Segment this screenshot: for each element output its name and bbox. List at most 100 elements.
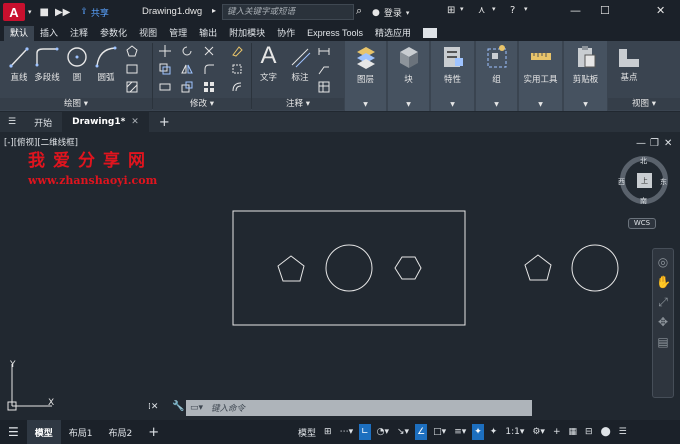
drawn-rectangle[interactable] xyxy=(232,210,466,326)
tab-featured-apps[interactable]: 精选应用 xyxy=(369,26,417,41)
view-panel-label[interactable]: 视图 ▾ xyxy=(608,98,680,110)
text-button[interactable]: A 文字 xyxy=(260,43,277,84)
close-icon[interactable]: ✕ xyxy=(656,4,665,17)
search-input[interactable]: 键入关键字或短语 xyxy=(222,4,354,20)
tab-parametric[interactable]: 参数化 xyxy=(94,26,133,41)
annotation-visibility-icon[interactable]: ✦ xyxy=(472,424,484,440)
connect-icon[interactable]: ⋏ xyxy=(478,5,485,16)
copy-icon[interactable] xyxy=(159,63,171,75)
modify-panel-label[interactable]: 修改 ▾ xyxy=(153,98,251,110)
drawn-circle[interactable] xyxy=(571,244,619,292)
model-space-button[interactable]: 模型 xyxy=(296,424,318,440)
leader-icon[interactable] xyxy=(318,63,330,75)
tab-drawing1[interactable]: Drawing1* ✕ xyxy=(62,112,149,132)
login-button[interactable]: ● 登录 ▾ xyxy=(372,6,409,20)
dropdown-caret-icon[interactable]: ▾ xyxy=(28,8,32,16)
plus-icon[interactable]: + xyxy=(551,424,563,440)
explode-icon[interactable] xyxy=(231,63,243,75)
tab-express-tools[interactable]: Express Tools xyxy=(301,26,369,41)
dropdown-caret-icon[interactable]: ▾ xyxy=(460,5,464,13)
rectangle-icon[interactable] xyxy=(126,63,138,75)
app-logo[interactable]: A xyxy=(3,3,25,21)
osnap-track-icon[interactable]: ∠ xyxy=(415,424,428,440)
menu-icon[interactable]: ☰ xyxy=(0,112,24,132)
tab-model[interactable]: 模型 xyxy=(26,420,61,444)
osnap-icon[interactable]: □▾ xyxy=(431,424,448,440)
new-tab-button[interactable]: + xyxy=(149,112,180,132)
grid-icon[interactable]: ⊞ xyxy=(322,424,334,440)
search-icon[interactable]: ⌕ xyxy=(356,4,362,18)
share-button[interactable]: ⇪ 共享 xyxy=(80,6,109,19)
tab-annotate[interactable]: 注释 xyxy=(64,26,94,41)
polyline-button[interactable]: 多段线 xyxy=(33,45,61,83)
drawn-pentagon[interactable] xyxy=(277,255,305,282)
layout-menu-icon[interactable]: ☰ xyxy=(0,420,27,444)
table-icon[interactable] xyxy=(318,81,330,93)
command-input[interactable]: 键入命令 xyxy=(211,402,245,414)
quick-properties-icon[interactable]: ⊟ xyxy=(583,424,595,440)
layers-panel[interactable]: 图层 ▼ xyxy=(345,41,386,111)
scale-icon[interactable] xyxy=(181,81,193,93)
rotate-icon[interactable] xyxy=(181,45,193,57)
snap-icon[interactable]: ⋯▾ xyxy=(338,424,356,440)
drawn-hexagon[interactable] xyxy=(394,256,422,280)
polar-icon[interactable]: ◔▾ xyxy=(375,424,391,440)
move-icon[interactable] xyxy=(159,45,171,57)
command-line[interactable]: ▭▾ 键入命令 xyxy=(186,400,532,416)
cmd-close-icon[interactable]: ⁞✕ xyxy=(148,402,158,412)
erase-icon[interactable] xyxy=(231,45,243,57)
maximize-icon[interactable]: ☐ xyxy=(600,4,610,17)
tab-output[interactable]: 输出 xyxy=(193,26,223,41)
group-panel[interactable]: 组 ▼ xyxy=(476,41,517,111)
customize-icon[interactable]: ☰ xyxy=(617,424,629,440)
cmd-recent-icon[interactable]: ▭▾ xyxy=(190,403,203,413)
linear-dim-icon[interactable] xyxy=(318,45,330,57)
properties-panel[interactable]: 特性 ▼ xyxy=(431,41,474,111)
cmd-customize-icon[interactable]: 🔧 xyxy=(172,401,184,412)
dropdown-caret-icon[interactable]: ▾ xyxy=(492,5,496,13)
polygon-icon[interactable] xyxy=(126,45,138,57)
arc-button[interactable]: 圆弧 xyxy=(94,45,118,83)
lineweight-icon[interactable]: ≡▾ xyxy=(452,424,468,440)
drawn-pentagon[interactable] xyxy=(524,254,552,281)
draw-panel-label[interactable]: 绘图 ▾ xyxy=(0,98,152,110)
file-icon[interactable]: ■ xyxy=(40,7,49,18)
base-point-button[interactable]: 基点 xyxy=(616,45,642,83)
forward-icon[interactable]: ▶▶ xyxy=(55,7,70,18)
settings-icon[interactable]: ⚙▾ xyxy=(530,424,547,440)
help-icon[interactable]: ? xyxy=(510,5,515,16)
tab-manage[interactable]: 管理 xyxy=(163,26,193,41)
drawing-geometry[interactable] xyxy=(0,132,680,420)
clipboard-panel[interactable]: 剪贴板 ▼ xyxy=(564,41,607,111)
mirror-icon[interactable] xyxy=(181,63,193,75)
stretch-icon[interactable] xyxy=(159,81,171,93)
trim-icon[interactable] xyxy=(203,45,215,57)
drawing-canvas[interactable]: [-][俯视][二维线框] 我爱分享网 www.zhanshaoyi.com —… xyxy=(0,132,680,420)
ribbon-toggle-icon[interactable] xyxy=(423,28,438,38)
isolate-icon[interactable]: ⬤ xyxy=(599,424,613,440)
ortho-icon[interactable]: ∟ xyxy=(359,424,371,440)
offset-icon[interactable] xyxy=(231,81,243,93)
circle-button[interactable]: 圆 xyxy=(66,45,88,83)
drawn-circle[interactable] xyxy=(325,244,373,292)
hatch-icon[interactable] xyxy=(126,81,138,93)
block-panel[interactable]: 块 ▼ xyxy=(388,41,429,111)
array-icon[interactable] xyxy=(203,81,215,93)
dimension-button[interactable]: 标注 xyxy=(288,45,312,83)
tab-collaborate[interactable]: 协作 xyxy=(271,26,301,41)
isodraft-icon[interactable]: ↘▾ xyxy=(395,424,411,440)
fillet-icon[interactable] xyxy=(203,63,215,75)
tab-view[interactable]: 视图 xyxy=(133,26,163,41)
annotation-scale[interactable]: 1:1 ▾ xyxy=(503,424,526,440)
cart-icon[interactable]: ⊞ xyxy=(447,5,455,16)
close-icon[interactable]: ✕ xyxy=(131,117,139,127)
tab-layout1[interactable]: 布局1 xyxy=(61,420,101,444)
line-button[interactable]: 直线 xyxy=(8,45,30,83)
tab-start[interactable]: 开始 xyxy=(24,112,62,132)
tab-home[interactable]: 默认 xyxy=(4,26,35,41)
auto-scale-icon[interactable]: ✦ xyxy=(488,424,500,440)
units-icon[interactable]: ▦ xyxy=(567,424,580,440)
tab-insert[interactable]: 插入 xyxy=(34,26,64,41)
add-layout-button[interactable]: + xyxy=(140,420,167,444)
tab-addins[interactable]: 附加模块 xyxy=(223,26,271,41)
